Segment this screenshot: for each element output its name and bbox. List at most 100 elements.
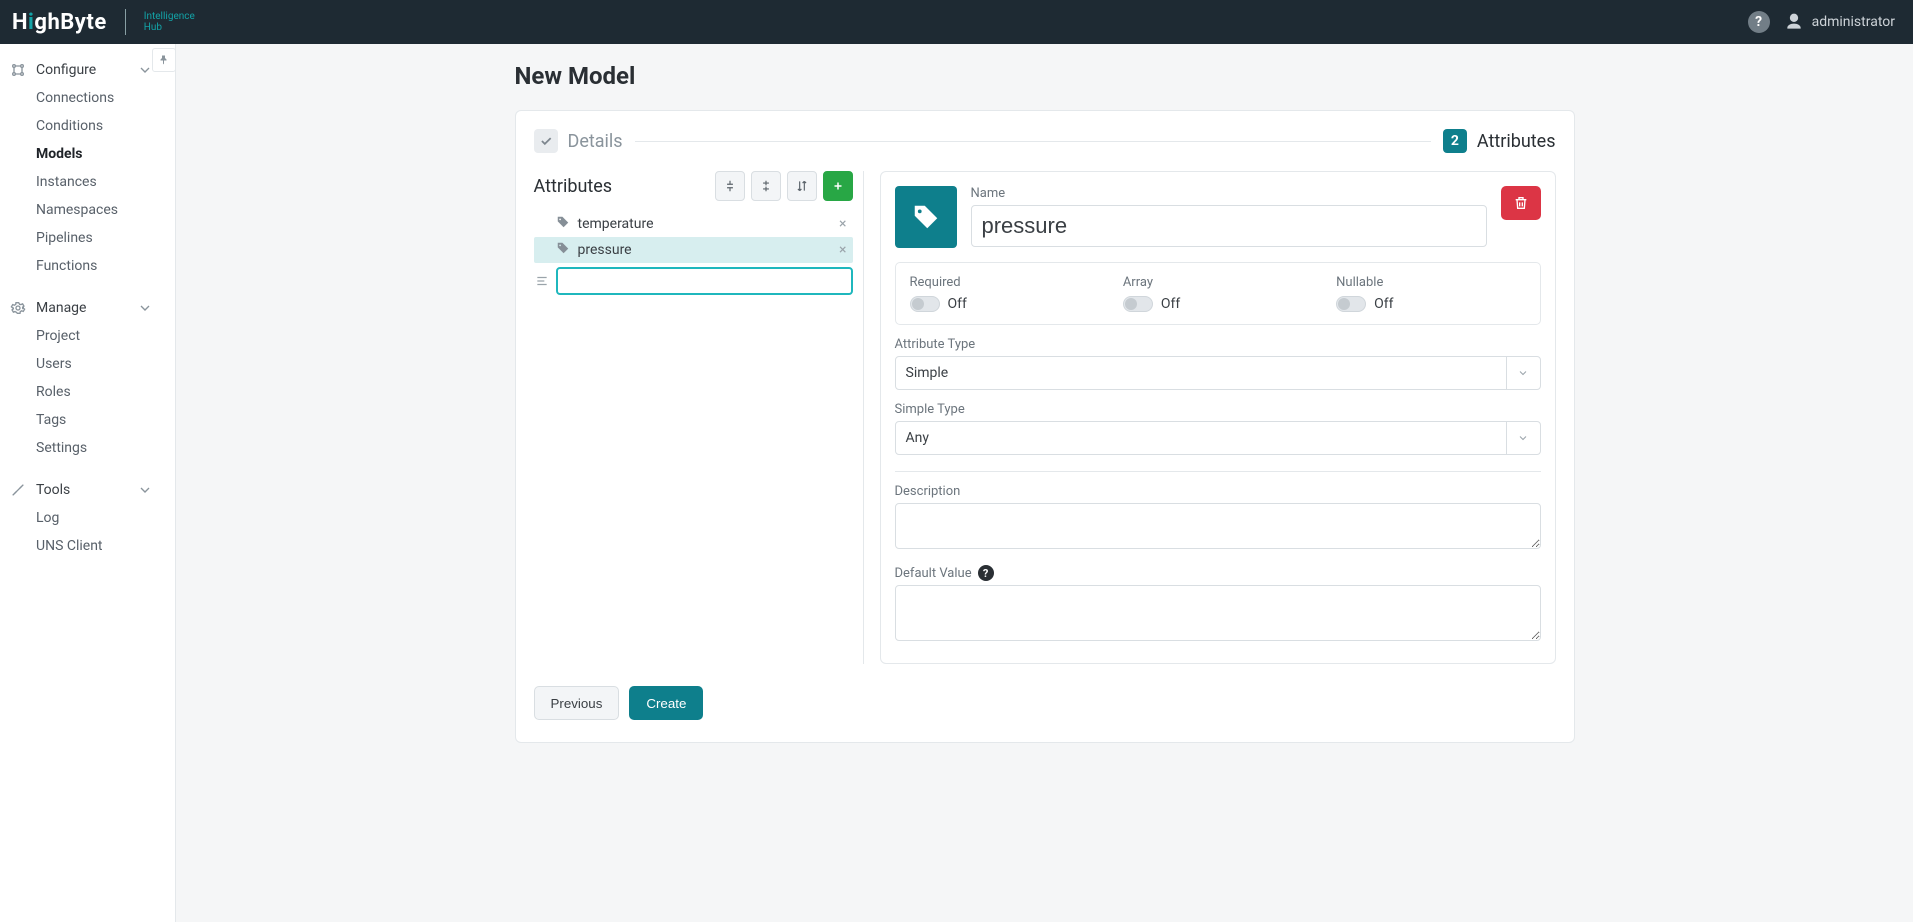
previous-button[interactable]: Previous — [534, 686, 620, 720]
description-label: Description — [895, 484, 1541, 499]
tag-icon — [911, 202, 941, 232]
required-state: Off — [948, 296, 967, 312]
pin-sidebar-button[interactable] — [152, 48, 176, 72]
nav-section-configure: Configure Connections Conditions Models … — [0, 50, 175, 288]
brand-sub-1: Intelligence — [144, 11, 195, 22]
chevron-down-icon — [1517, 367, 1529, 379]
default-value-label-row: Default Value ? — [895, 565, 1541, 581]
attribute-label: temperature — [578, 216, 832, 232]
wizard-title-details: Details — [568, 131, 623, 152]
sidebar-item-conditions[interactable]: Conditions — [0, 112, 175, 140]
required-label: Required — [910, 275, 1099, 290]
simple-type-value: Any — [906, 430, 930, 446]
sidebar-item-users[interactable]: Users — [0, 350, 175, 378]
sidebar-item-functions[interactable]: Functions — [0, 252, 175, 280]
sidebar-item-project[interactable]: Project — [0, 322, 175, 350]
required-toggle[interactable] — [910, 296, 940, 312]
trash-icon — [1513, 195, 1529, 211]
expand-icon — [759, 179, 773, 193]
simple-type-select[interactable]: Any — [895, 421, 1541, 455]
default-value-label: Default Value — [895, 566, 972, 581]
sidebar-item-namespaces[interactable]: Namespaces — [0, 196, 175, 224]
nav-header-tools[interactable]: Tools — [0, 478, 175, 504]
nullable-toggle[interactable] — [1336, 296, 1366, 312]
name-label: Name — [971, 186, 1487, 201]
nav-header-manage[interactable]: Manage — [0, 296, 175, 322]
nav-section-manage: Manage Project Users Roles Tags Settings — [0, 288, 175, 470]
sidebar-item-log[interactable]: Log — [0, 504, 175, 532]
flags-row: Required Off Array Off — [895, 262, 1541, 325]
user-name: administrator — [1812, 14, 1895, 30]
wizard-badge-num: 2 — [1443, 129, 1467, 153]
nullable-state: Off — [1374, 296, 1393, 312]
collapse-icon — [723, 179, 737, 193]
attribute-editor: Name Required — [880, 171, 1556, 664]
simple-type-label: Simple Type — [895, 402, 1541, 417]
chevron-down-icon — [137, 482, 153, 498]
sidebar-item-instances[interactable]: Instances — [0, 168, 175, 196]
remove-attribute-button[interactable]: × — [839, 216, 846, 232]
chevron-down-icon — [1517, 432, 1529, 444]
brand-word: HighByte — [12, 10, 107, 35]
user-menu[interactable]: administrator — [1784, 12, 1895, 32]
array-toggle[interactable] — [1123, 296, 1153, 312]
array-label: Array — [1123, 275, 1312, 290]
add-attribute-button[interactable] — [823, 171, 853, 201]
remove-attribute-button[interactable]: × — [839, 242, 846, 258]
sidebar-item-settings[interactable]: Settings — [0, 434, 175, 462]
nav-title-tools: Tools — [36, 482, 137, 498]
create-button[interactable]: Create — [629, 686, 703, 720]
brand-logo: HighByte Intelligence Hub — [12, 9, 195, 35]
attribute-list: temperature × pressure × — [534, 211, 853, 295]
help-icon[interactable]: ? — [1748, 11, 1770, 33]
topnav: HighByte Intelligence Hub ? administrato… — [0, 0, 1913, 44]
tag-icon — [556, 215, 570, 233]
sidebar-item-roles[interactable]: Roles — [0, 378, 175, 406]
sidebar-item-uns-client[interactable]: UNS Client — [0, 532, 175, 560]
brand-subtitle: Intelligence Hub — [144, 11, 195, 33]
wizard-footer: Previous Create — [534, 686, 1556, 720]
sidebar-item-connections[interactable]: Connections — [0, 84, 175, 112]
wizard-header: Details 2 Attributes — [534, 129, 1556, 153]
attribute-row[interactable]: pressure × — [534, 237, 853, 263]
tools-icon — [10, 482, 26, 498]
attribute-label: pressure — [578, 242, 832, 258]
attr-type-select[interactable]: Simple — [895, 356, 1541, 390]
user-icon — [1784, 12, 1804, 32]
expand-all-button[interactable] — [751, 171, 781, 201]
sort-button[interactable] — [787, 171, 817, 201]
sidebar-item-tags[interactable]: Tags — [0, 406, 175, 434]
check-badge — [534, 129, 558, 153]
delete-attribute-button[interactable] — [1501, 186, 1541, 220]
help-icon[interactable]: ? — [978, 565, 994, 581]
nav-section-tools: Tools Log UNS Client — [0, 470, 175, 568]
attributes-panel: Attributes — [534, 171, 864, 664]
sort-icon — [795, 179, 809, 193]
wizard-title-attributes: Attributes — [1477, 131, 1556, 152]
tag-icon — [556, 241, 570, 259]
sidebar-item-pipelines[interactable]: Pipelines — [0, 224, 175, 252]
nullable-label: Nullable — [1336, 275, 1525, 290]
wizard-step-details[interactable]: Details — [534, 129, 623, 153]
text-icon — [534, 274, 550, 288]
attr-type-label: Attribute Type — [895, 337, 1541, 352]
default-value-input[interactable] — [895, 585, 1541, 641]
chevron-down-icon — [137, 300, 153, 316]
nav-title-manage: Manage — [36, 300, 137, 316]
attr-type-value: Simple — [906, 365, 949, 381]
array-state: Off — [1161, 296, 1180, 312]
collapse-all-button[interactable] — [715, 171, 745, 201]
sidebar-item-models[interactable]: Models — [0, 140, 175, 168]
brand-sub-2: Hub — [144, 22, 195, 33]
new-attribute-input[interactable] — [556, 267, 853, 295]
nav-header-configure[interactable]: Configure — [0, 58, 175, 84]
attribute-row[interactable]: temperature × — [534, 211, 853, 237]
description-input[interactable] — [895, 503, 1541, 549]
name-input[interactable] — [971, 205, 1487, 247]
wizard-step-attributes[interactable]: 2 Attributes — [1443, 129, 1556, 153]
sidebar: Configure Connections Conditions Models … — [0, 44, 176, 922]
new-attribute-row — [534, 267, 853, 295]
divider — [895, 471, 1541, 472]
nav-title-configure: Configure — [36, 62, 137, 78]
brand-seg-a: H — [12, 10, 28, 35]
